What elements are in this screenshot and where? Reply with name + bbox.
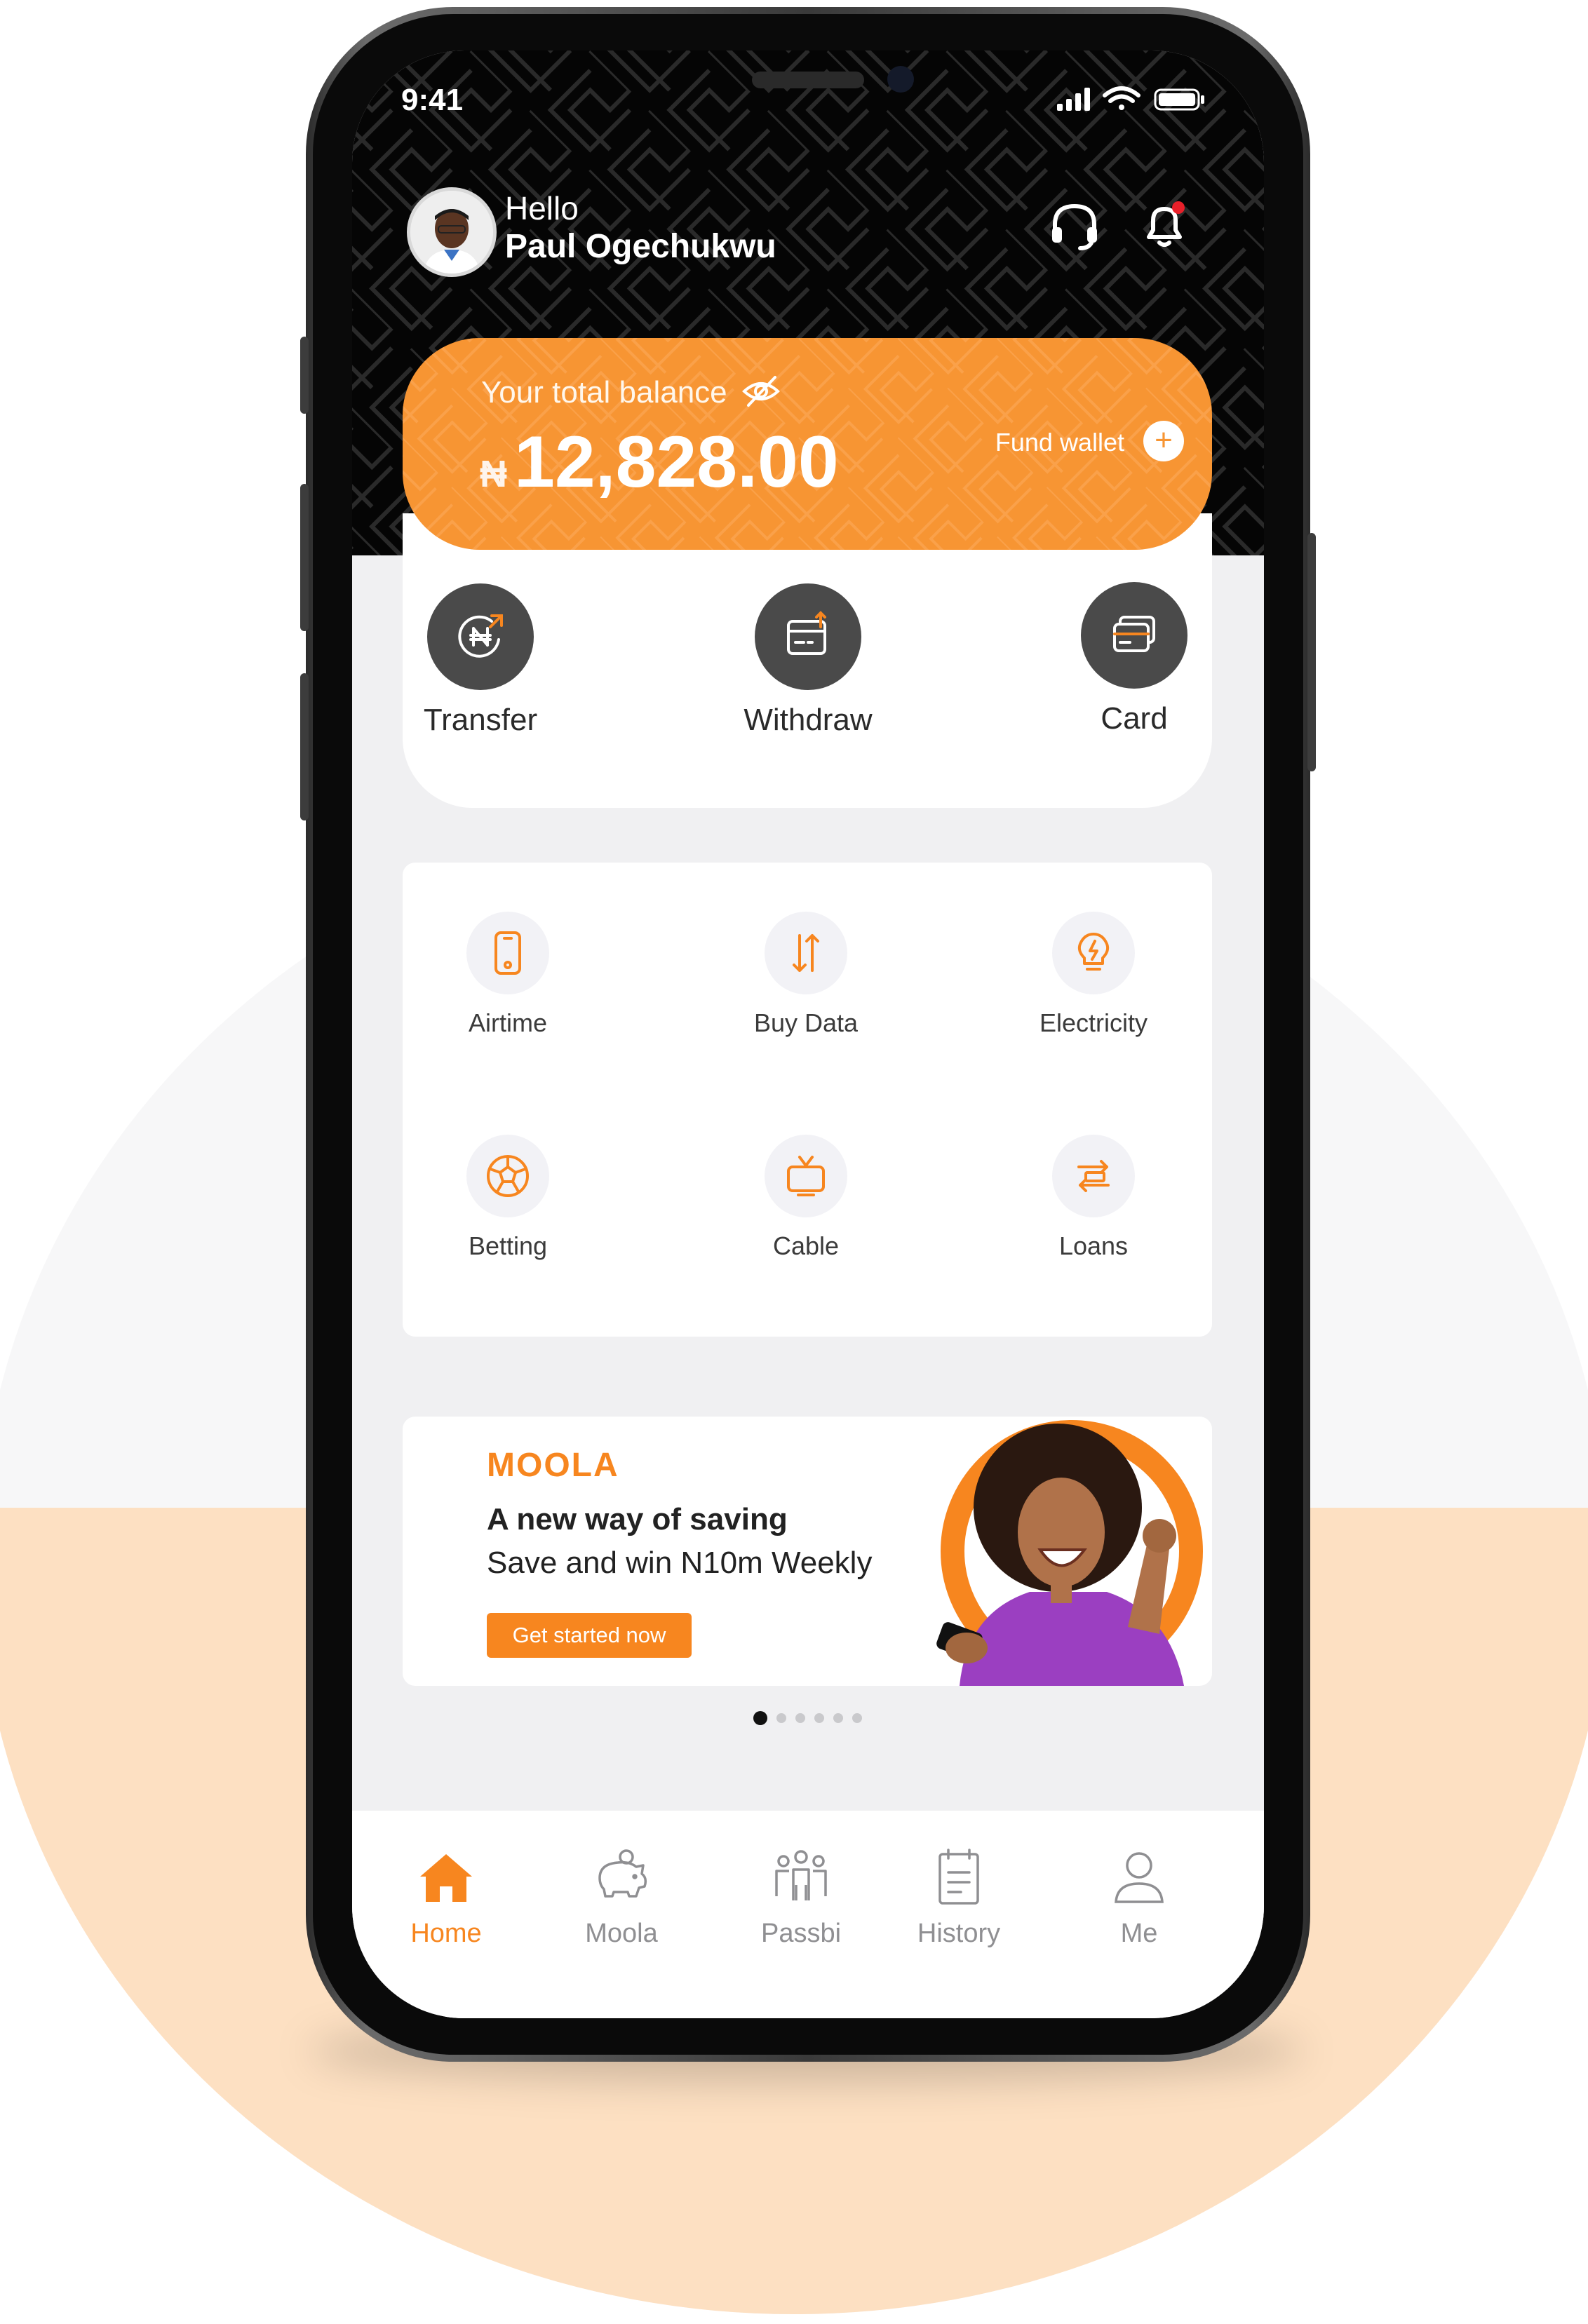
loan-exchange-icon [1052, 1135, 1135, 1217]
get-started-button[interactable]: Get started now [487, 1613, 692, 1658]
service-label: Loans [1058, 1231, 1129, 1260]
withdraw-icon [755, 583, 861, 690]
signal-icon [1057, 88, 1090, 111]
bottom-nav: Home Moola Passbi History Me [352, 1811, 1264, 2018]
nav-moola[interactable]: Moola [544, 1846, 699, 1949]
promo-subtitle: Save and win N10m Weekly [487, 1546, 873, 1580]
service-label: Buy Data [753, 1008, 859, 1037]
fund-wallet-link[interactable]: Fund wallet [995, 428, 1124, 457]
nav-home[interactable]: Home [369, 1846, 523, 1949]
nav-label-me: Me [1120, 1919, 1158, 1948]
phone-volume-up-button [300, 484, 309, 631]
balance-amount: ₦12,828.00 [480, 421, 839, 504]
service-airtime[interactable]: Airtime [403, 912, 613, 1038]
transfer-label: Transfer [423, 703, 538, 737]
data-arrows-icon [765, 912, 847, 994]
promo-title: A new way of saving [487, 1502, 788, 1536]
battery-icon [1154, 88, 1204, 111]
status-time: 9:41 [401, 83, 464, 117]
transfer-naira-icon [427, 583, 534, 690]
app-screen: 9:41 Hello Paul Ogechukwu Your total bal… [352, 50, 1264, 2018]
group-icon [769, 1846, 833, 1909]
service-loans[interactable]: Loans [988, 1135, 1199, 1261]
service-label: Betting [468, 1231, 548, 1260]
home-icon [415, 1846, 478, 1909]
service-label: Electricity [1039, 1008, 1148, 1037]
wifi-icon [1103, 86, 1140, 110]
carousel-dot[interactable] [833, 1713, 843, 1723]
carousel-dot[interactable] [852, 1713, 862, 1723]
withdraw-label: Withdraw [743, 703, 873, 737]
nav-me[interactable]: Me [1062, 1846, 1216, 1949]
greeting-text: Hello [505, 190, 579, 227]
carousel-dot[interactable] [795, 1713, 805, 1723]
fund-wallet-plus-icon[interactable]: + [1143, 421, 1184, 461]
phone-side-button [300, 337, 309, 414]
promo-banner[interactable]: MOOLA A new way of saving Save and win N… [403, 1417, 1212, 1686]
transfer-button[interactable]: Transfer [389, 583, 572, 738]
phone-volume-down-button [300, 673, 309, 820]
nav-label-moola: Moola [585, 1919, 658, 1948]
nav-label-passbi: Passbi [760, 1919, 842, 1948]
status-icons [1057, 86, 1211, 117]
speaker-grille [752, 72, 864, 88]
phone-power-button [1307, 533, 1316, 771]
tv-icon [765, 1135, 847, 1217]
support-headset-icon[interactable] [1047, 198, 1103, 254]
hide-balance-eye-icon[interactable] [741, 373, 781, 410]
card-icon [1081, 582, 1187, 689]
currency-symbol: ₦ [480, 453, 507, 495]
balance-card: Your total balance ₦12,828.00 Fund walle… [403, 338, 1212, 550]
service-betting[interactable]: Betting [403, 1135, 613, 1261]
piggy-bank-icon [590, 1846, 653, 1909]
card-label: Card [1101, 701, 1168, 736]
withdraw-button[interactable]: Withdraw [717, 583, 899, 738]
carousel-dot[interactable] [776, 1713, 786, 1723]
nav-history[interactable]: History [882, 1846, 1036, 1949]
avatar[interactable] [407, 187, 497, 277]
promo-brand: MOOLA [487, 1447, 619, 1484]
balance-label: Your total balance [481, 373, 781, 410]
carousel-dot[interactable] [814, 1713, 824, 1723]
service-label: Cable [772, 1231, 840, 1260]
football-icon [466, 1135, 549, 1217]
carousel-indicator [753, 1711, 871, 1727]
carousel-dot-active[interactable] [753, 1711, 767, 1725]
clipboard-icon [927, 1846, 990, 1909]
promo-woman-image [936, 1420, 1203, 1686]
card-button[interactable]: Card [1043, 582, 1225, 736]
service-label: Airtime [468, 1008, 547, 1037]
service-buy-data[interactable]: Buy Data [701, 912, 911, 1038]
user-name: Paul Ogechukwu [505, 228, 776, 265]
front-camera [887, 66, 914, 93]
nav-passbi[interactable]: Passbi [724, 1846, 878, 1949]
service-electricity[interactable]: Electricity [988, 912, 1199, 1038]
service-cable[interactable]: Cable [701, 1135, 911, 1261]
nav-label-home: Home [410, 1919, 482, 1948]
notification-dot [1172, 201, 1185, 214]
user-icon [1108, 1846, 1171, 1909]
services-grid: Airtime Buy Data Electricity Betting Cab… [403, 863, 1212, 1337]
phone-icon [466, 912, 549, 994]
bulb-icon [1052, 912, 1135, 994]
balance-value: 12,828.00 [514, 421, 839, 503]
notification-bell-icon[interactable] [1136, 196, 1192, 252]
nav-label-history: History [917, 1919, 1001, 1948]
